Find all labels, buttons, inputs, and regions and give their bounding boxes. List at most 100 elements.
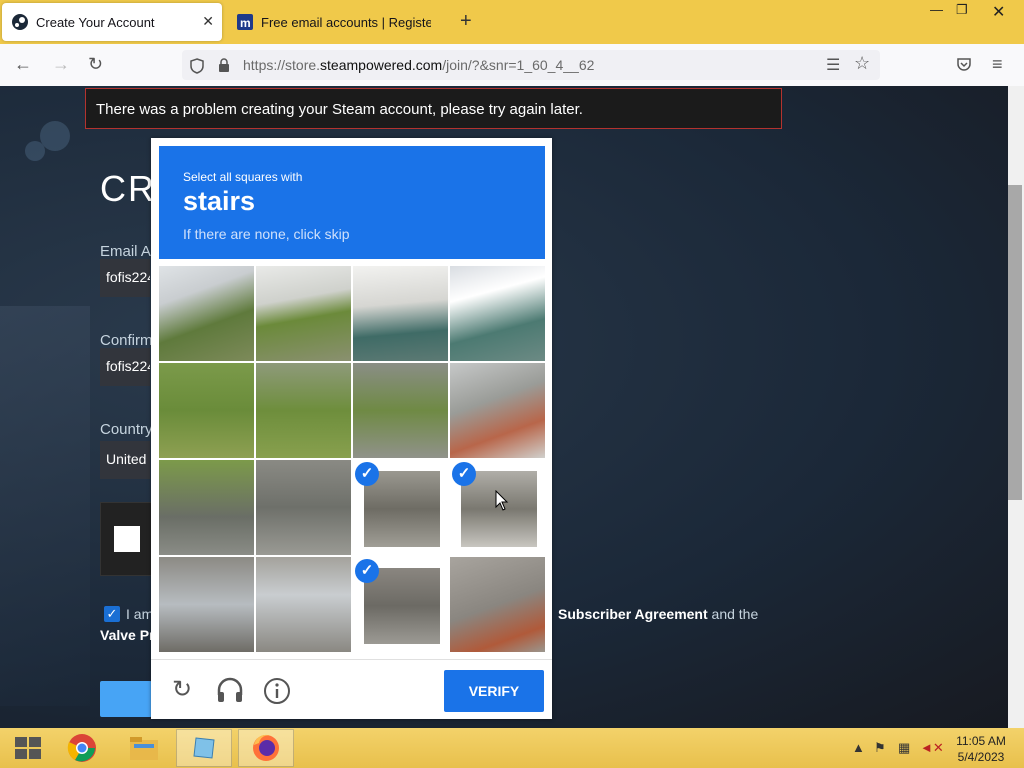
start-button[interactable] bbox=[0, 729, 56, 767]
captcha-tile[interactable]: ✓ bbox=[353, 460, 448, 555]
close-window-button[interactable]: ✕ bbox=[992, 2, 1005, 22]
agree-checkbox[interactable]: ✓ bbox=[104, 606, 120, 622]
recaptcha-checkbox[interactable] bbox=[114, 526, 140, 552]
mouse-cursor-icon bbox=[495, 490, 509, 511]
windows-logo-icon bbox=[15, 737, 41, 759]
selected-check-icon: ✓ bbox=[452, 462, 476, 486]
reload-button[interactable]: ↻ bbox=[88, 54, 103, 75]
captcha-tile[interactable] bbox=[450, 557, 545, 652]
taskbar-chrome[interactable] bbox=[54, 729, 110, 767]
scrollbar-thumb[interactable] bbox=[1008, 185, 1022, 500]
steam-logo-icon bbox=[25, 121, 70, 161]
tile-image bbox=[450, 557, 545, 652]
back-button[interactable]: ← bbox=[14, 54, 32, 75]
action-center-icon[interactable]: ⚑ bbox=[874, 740, 886, 756]
image-grid: ✓ ✓ ✓ bbox=[159, 266, 545, 652]
url-bar[interactable]: https://store.steampowered.com/join/?&sn… bbox=[182, 50, 880, 80]
tab-title: Free email accounts | Register to bbox=[261, 14, 431, 30]
network-icon[interactable]: ▦ bbox=[898, 740, 910, 756]
chrome-icon bbox=[67, 734, 96, 762]
tile-image bbox=[353, 266, 448, 361]
tile-image bbox=[159, 363, 254, 458]
bookmark-star-icon[interactable]: ☆ bbox=[854, 53, 870, 74]
tile-image bbox=[159, 557, 254, 652]
confirm-email-label: Confirm bbox=[100, 332, 153, 349]
windows-taskbar: ▲ ⚑ ▦ ◄✕ 11:05 AM 5/4/2023 bbox=[0, 728, 1024, 768]
agree-text-right: Subscriber Agreement and the bbox=[558, 606, 759, 622]
captcha-tile[interactable] bbox=[450, 363, 545, 458]
svg-text:m: m bbox=[240, 16, 251, 30]
system-clock[interactable]: 11:05 AM 5/4/2023 bbox=[948, 733, 1014, 765]
forward-button[interactable]: → bbox=[52, 54, 70, 75]
info-icon[interactable] bbox=[263, 677, 291, 705]
tile-image bbox=[256, 557, 351, 652]
captcha-footer: ↻ VERIFY bbox=[151, 659, 552, 720]
mail-favicon-icon: m bbox=[237, 14, 253, 30]
captcha-tile[interactable]: ✓ bbox=[353, 557, 448, 652]
captcha-tile[interactable] bbox=[450, 266, 545, 361]
captcha-tile[interactable] bbox=[353, 363, 448, 458]
audio-challenge-icon[interactable] bbox=[216, 677, 244, 703]
email-field[interactable]: fofis224 bbox=[100, 259, 150, 297]
captcha-tile[interactable] bbox=[353, 266, 448, 361]
captcha-tile[interactable] bbox=[159, 460, 254, 555]
captcha-tile[interactable] bbox=[256, 460, 351, 555]
app-icon bbox=[193, 737, 215, 759]
minimize-button[interactable]: — bbox=[930, 2, 943, 17]
captcha-prompt: Select all squares with stairs If there … bbox=[159, 146, 545, 259]
captcha-tile[interactable] bbox=[159, 266, 254, 361]
tile-image bbox=[353, 363, 448, 458]
taskbar-app[interactable] bbox=[176, 729, 232, 767]
captcha-tile[interactable] bbox=[256, 266, 351, 361]
close-tab-icon[interactable]: ✕ bbox=[202, 13, 214, 30]
tile-image bbox=[159, 460, 254, 555]
captcha-challenge: Select all squares with stairs If there … bbox=[151, 138, 552, 719]
error-banner: There was a problem creating your Steam … bbox=[85, 88, 782, 129]
selected-check-icon: ✓ bbox=[355, 559, 379, 583]
menu-icon[interactable]: ≡ bbox=[992, 54, 1003, 75]
new-tab-button[interactable]: + bbox=[460, 10, 472, 33]
nav-bar: ← → ↻ https://store.steampowered.com/joi… bbox=[0, 44, 1024, 87]
reload-challenge-icon[interactable]: ↻ bbox=[167, 675, 197, 705]
pocket-icon[interactable] bbox=[956, 57, 972, 73]
folder-icon bbox=[130, 737, 158, 760]
taskbar-file-explorer[interactable] bbox=[116, 729, 172, 767]
captcha-tile[interactable] bbox=[159, 363, 254, 458]
tile-image bbox=[256, 460, 351, 555]
captcha-tile[interactable] bbox=[256, 363, 351, 458]
country-label: Country bbox=[100, 421, 153, 438]
shield-icon[interactable] bbox=[190, 58, 204, 74]
target-object: stairs bbox=[183, 186, 256, 216]
tab-create-account[interactable]: Create Your Account ✕ bbox=[2, 3, 222, 41]
decorative-background bbox=[0, 306, 90, 706]
tile-image bbox=[450, 363, 545, 458]
reader-view-icon[interactable]: ☰ bbox=[826, 55, 840, 75]
restore-button[interactable]: ❐ bbox=[956, 2, 968, 18]
tile-image bbox=[256, 363, 351, 458]
tile-image bbox=[256, 266, 351, 361]
url-text[interactable]: https://store.steampowered.com/join/?&sn… bbox=[243, 57, 594, 73]
clock-date: 5/4/2023 bbox=[957, 750, 1005, 764]
tab-bar: Create Your Account ✕ m Free email accou… bbox=[0, 0, 1024, 44]
volume-muted-icon[interactable]: ◄✕ bbox=[920, 740, 944, 756]
show-hidden-icons[interactable]: ▲ bbox=[852, 740, 865, 755]
captcha-tile[interactable] bbox=[159, 557, 254, 652]
skip-hint: If there are none, click skip bbox=[183, 226, 350, 242]
captcha-tile[interactable] bbox=[256, 557, 351, 652]
instruction-text: Select all squares with bbox=[183, 170, 303, 184]
tab-title: Create Your Account bbox=[36, 14, 155, 30]
selected-check-icon: ✓ bbox=[355, 462, 379, 486]
confirm-email-field[interactable]: fofis224 bbox=[100, 348, 150, 386]
tile-image bbox=[159, 266, 254, 361]
tab-free-email[interactable]: m Free email accounts | Register to bbox=[229, 3, 449, 41]
taskbar-firefox[interactable] bbox=[238, 729, 294, 767]
tile-image bbox=[450, 266, 545, 361]
verify-button[interactable]: VERIFY bbox=[444, 670, 544, 712]
agree-text-line2: Valve Pr bbox=[100, 627, 155, 643]
lock-icon[interactable] bbox=[218, 58, 230, 73]
continue-button[interactable] bbox=[100, 681, 152, 717]
firefox-icon bbox=[253, 734, 279, 761]
subscriber-agreement-link[interactable]: Subscriber Agreement bbox=[558, 606, 708, 622]
agree-text: I am bbox=[126, 606, 154, 622]
country-select[interactable]: United bbox=[100, 441, 150, 479]
